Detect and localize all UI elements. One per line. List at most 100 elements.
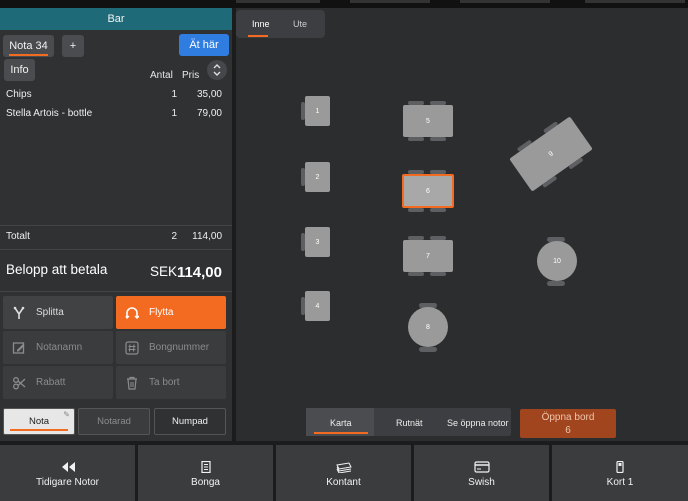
- table-1[interactable]: 1: [305, 96, 330, 126]
- tab-outside[interactable]: Ute: [293, 19, 307, 29]
- table-5[interactable]: 5: [403, 105, 453, 137]
- eat-here-button[interactable]: Ät här: [179, 34, 229, 56]
- pin-icon: ✎: [63, 410, 70, 419]
- chair: [408, 272, 424, 276]
- card-label: Kort 1: [606, 477, 634, 488]
- note-tab-label: Nota 34: [9, 40, 48, 52]
- divider: [0, 249, 232, 250]
- note-name-button[interactable]: Notanamn: [3, 331, 113, 364]
- ticket-number-button[interactable]: Bongnummer: [116, 331, 226, 364]
- order-row[interactable]: Chips 1 35,00: [6, 89, 222, 105]
- order-row[interactable]: Stella Artois - bottle 1 79,00: [6, 108, 222, 124]
- chair: [430, 208, 446, 212]
- table-2[interactable]: 2: [305, 162, 330, 192]
- receipt-icon: [200, 461, 211, 473]
- chair: [547, 281, 565, 286]
- cash-label: Kontant: [326, 477, 361, 488]
- discount-button[interactable]: Rabatt: [3, 366, 113, 399]
- bonga-button[interactable]: Bonga: [138, 445, 273, 501]
- tab-inside[interactable]: Inne: [252, 19, 270, 29]
- chair: [430, 137, 446, 141]
- discount-icon: [13, 377, 26, 390]
- sort-icon: [213, 64, 221, 76]
- total-label: Totalt: [6, 231, 30, 242]
- table-3[interactable]: 3: [305, 227, 330, 257]
- edit-icon: [12, 342, 25, 354]
- footer-bar: Tidigare Notor Bonga Kontant Swish Kort …: [0, 445, 688, 501]
- view-switch-underline: [314, 432, 368, 434]
- move-button[interactable]: Flytta: [116, 296, 226, 329]
- tab-nota[interactable]: Nota ✎: [3, 408, 75, 435]
- top-strip-segment: [585, 0, 685, 3]
- table-9-group: 9: [509, 116, 593, 192]
- amount-due-value: 114,00: [176, 264, 222, 281]
- tab-notarad[interactable]: Notarad: [78, 408, 150, 435]
- view-grid-tab[interactable]: Rutnät: [396, 418, 423, 428]
- top-strip-segment: [460, 0, 550, 3]
- table-number: 10: [553, 257, 561, 265]
- order-panel: Bar Nota 34 + Ät här Info Antal Pris Chi…: [0, 8, 232, 441]
- ticket-number-label: Bongnummer: [149, 342, 210, 353]
- chair: [419, 347, 437, 352]
- total-qty: 2: [171, 231, 177, 242]
- note-name-label: Notanamn: [36, 342, 83, 353]
- note-tab-underline: [9, 54, 48, 56]
- view-open-notes-tab[interactable]: Se öppna notor: [447, 418, 509, 428]
- table-number: 9: [547, 150, 555, 158]
- table-number: 3: [315, 238, 320, 246]
- area-switch: Inne Ute: [236, 10, 325, 38]
- sort-button[interactable]: [207, 60, 227, 80]
- table-7[interactable]: 7: [403, 240, 453, 272]
- info-button[interactable]: Info: [4, 59, 35, 81]
- tab-nota-label: Nota: [28, 416, 50, 427]
- table-8[interactable]: 8: [408, 307, 448, 347]
- swish-icon: [473, 461, 490, 473]
- bonga-label: Bonga: [191, 477, 220, 488]
- table-6[interactable]: 6: [402, 174, 454, 208]
- item-name: Chips: [6, 89, 32, 100]
- table-number: 4: [315, 302, 320, 310]
- tab-numpad[interactable]: Numpad: [154, 408, 226, 435]
- open-table-button[interactable]: Öppna bord 6: [520, 409, 616, 438]
- cash-icon: [335, 462, 352, 473]
- price-column-header: Pris: [182, 70, 200, 81]
- view-switch: Karta Rutnät Se öppna notor: [306, 408, 511, 436]
- note-tab[interactable]: Nota 34: [3, 35, 54, 57]
- table-number: 5: [426, 117, 430, 125]
- add-note-button[interactable]: +: [62, 35, 84, 57]
- previous-notes-button[interactable]: Tidigare Notor: [0, 445, 135, 501]
- item-qty: 1: [171, 89, 177, 100]
- trash-icon: [127, 376, 137, 390]
- open-table-number: 6: [565, 425, 571, 436]
- amount-currency: SEK: [150, 264, 178, 279]
- move-label: Flytta: [149, 307, 174, 318]
- item-name: Stella Artois - bottle: [6, 108, 93, 119]
- table-number: 2: [315, 173, 320, 181]
- table-number: 1: [315, 107, 320, 115]
- card-terminal-icon: [616, 461, 624, 473]
- split-button[interactable]: Splitta: [3, 296, 113, 329]
- total-amount: 114,00: [192, 231, 222, 242]
- item-qty: 1: [171, 108, 177, 119]
- table-number: 7: [426, 252, 430, 260]
- divider: [0, 291, 232, 292]
- cash-button[interactable]: Kontant: [276, 445, 411, 501]
- swish-button[interactable]: Swish: [414, 445, 549, 501]
- table-4[interactable]: 4: [305, 291, 330, 321]
- item-price: 35,00: [196, 89, 222, 100]
- top-strip: [0, 0, 688, 8]
- delete-button[interactable]: Ta bort: [116, 366, 226, 399]
- previous-notes-label: Tidigare Notor: [36, 477, 99, 488]
- table-10[interactable]: 10: [537, 241, 577, 281]
- chair: [408, 137, 424, 141]
- divider: [0, 225, 232, 226]
- tab-nota-underline: [10, 429, 68, 431]
- view-map-tab[interactable]: Karta: [330, 418, 352, 428]
- table-number: 8: [426, 323, 430, 331]
- top-strip-segment: [236, 0, 320, 3]
- hash-icon: [125, 341, 139, 355]
- card-button[interactable]: Kort 1: [552, 445, 688, 501]
- qty-column-header: Antal: [150, 70, 173, 81]
- open-table-label: Öppna bord: [541, 412, 595, 423]
- split-label: Splitta: [36, 307, 64, 318]
